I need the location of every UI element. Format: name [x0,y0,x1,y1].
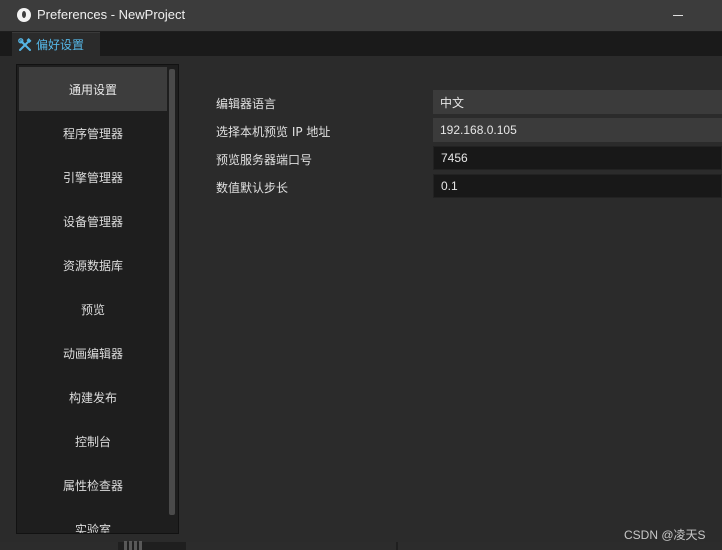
pref-row-editor-language: 编辑器语言 中文 [186,90,722,114]
bottom-strip [0,542,722,550]
sidebar-list: 通用设置 程序管理器 引擎管理器 设备管理器 资源数据库 预览 动画编辑器 构建… [19,67,167,533]
bottom-segment [0,542,118,550]
sidebar-item-inspector[interactable]: 属性检查器 [19,463,167,507]
editor-language-label: 编辑器语言 [216,97,277,111]
server-port-label: 预览服务器端口号 [216,153,313,167]
sidebar-item-asset-database[interactable]: 资源数据库 [19,243,167,287]
bottom-segment [398,542,722,550]
pref-row-preview-ip: 选择本机预览 IP 地址 192.168.0.105 [186,118,722,142]
pref-row-default-step: 数值默认步长 0.1 [186,174,722,198]
default-step-input[interactable]: 0.1 [433,174,722,198]
tab-preferences[interactable]: 偏好设置 [12,32,100,56]
sidebar-item-program-manager[interactable]: 程序管理器 [19,111,167,155]
grid-icon [124,541,142,550]
sidebar-item-preview[interactable]: 预览 [19,287,167,331]
minimize-icon[interactable] [670,8,686,22]
server-port-input[interactable]: 7456 [433,146,722,170]
preferences-panel: 编辑器语言 中文 选择本机预览 IP 地址 192.168.0.105 预览服务… [186,64,722,542]
tools-icon [18,37,32,52]
sidebar: 通用设置 程序管理器 引擎管理器 设备管理器 资源数据库 预览 动画编辑器 构建… [16,64,179,534]
sidebar-item-laboratory[interactable]: 实验室 [19,507,167,533]
sidebar-item-console[interactable]: 控制台 [19,419,167,463]
bottom-segment [186,542,396,550]
preview-ip-select[interactable]: 192.168.0.105 [433,118,722,142]
drop-logo-icon [17,8,31,22]
sidebar-item-general[interactable]: 通用设置 [19,67,167,111]
editor-language-select[interactable]: 中文 [433,90,722,114]
sidebar-item-engine-manager[interactable]: 引擎管理器 [19,155,167,199]
window-title: Preferences - NewProject [37,7,186,22]
default-step-label: 数值默认步长 [216,181,289,195]
sidebar-item-animation-editor[interactable]: 动画编辑器 [19,331,167,375]
sidebar-item-build-publish[interactable]: 构建发布 [19,375,167,419]
pref-row-server-port: 预览服务器端口号 7456 [186,146,722,170]
preview-ip-label: 选择本机预览 IP 地址 [216,125,331,139]
sidebar-item-device-manager[interactable]: 设备管理器 [19,199,167,243]
watermark: CSDN @凌天S [624,528,706,542]
sidebar-scrollbar-thumb[interactable] [169,69,175,515]
title-bar: Preferences - NewProject [0,0,722,32]
tab-strip: 偏好设置 [0,32,722,56]
sidebar-scrollbar[interactable] [167,67,177,533]
tab-label: 偏好设置 [36,38,85,52]
